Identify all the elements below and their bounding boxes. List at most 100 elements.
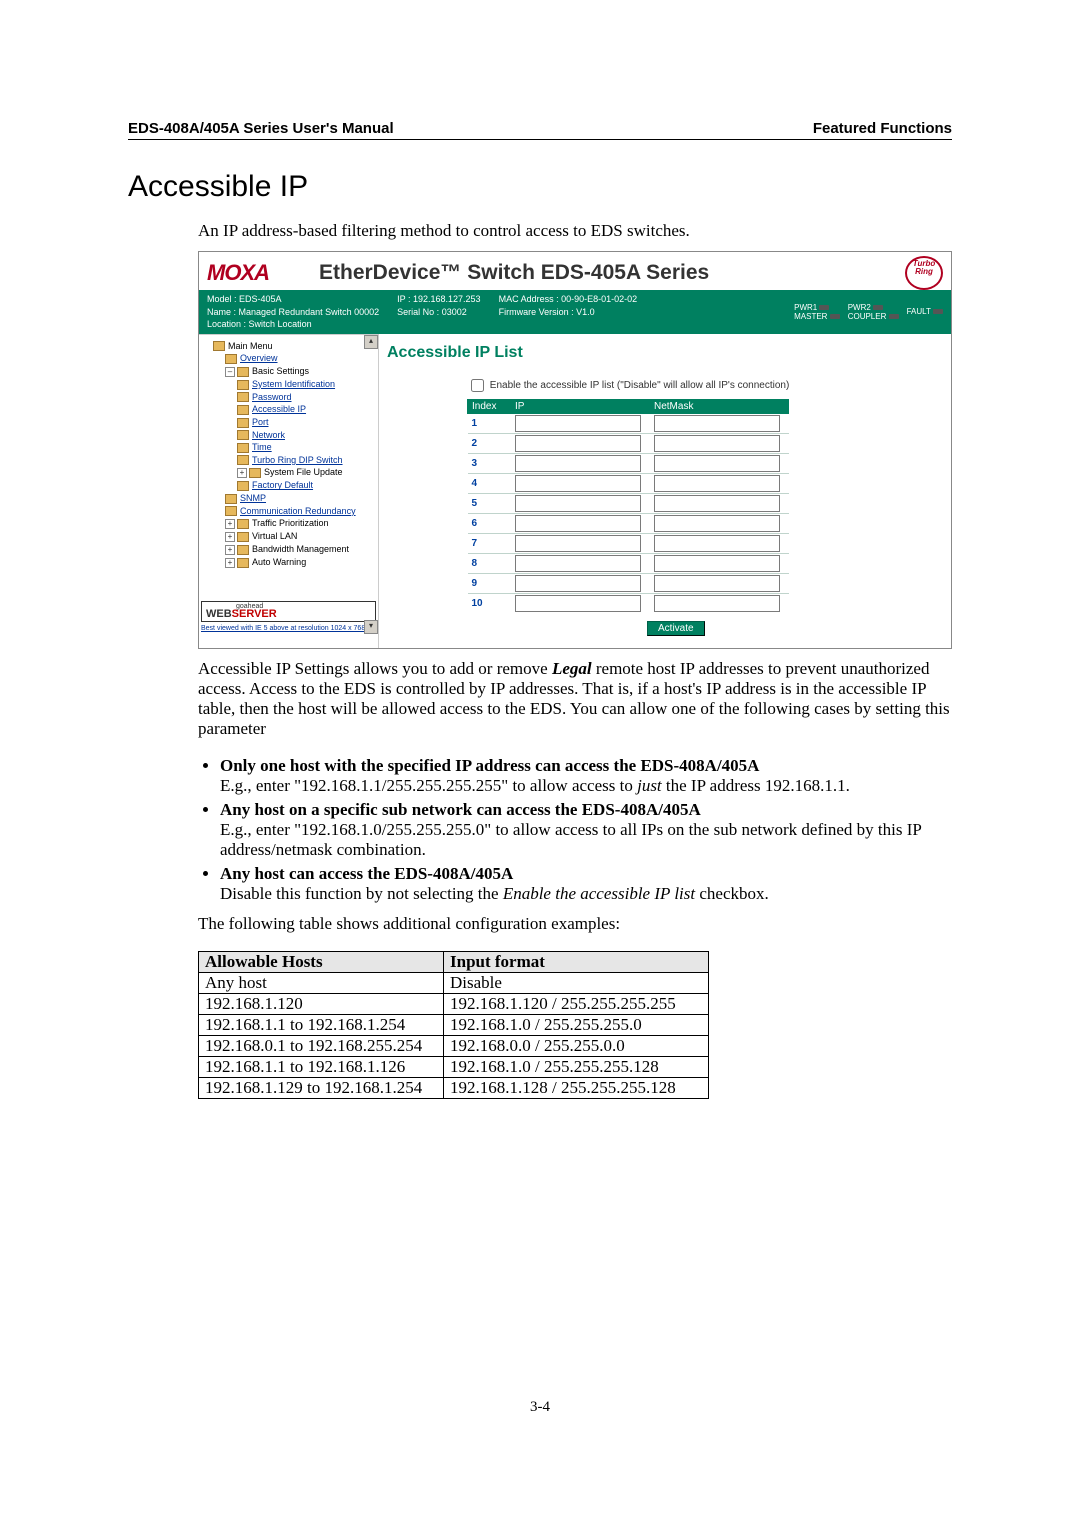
pwr1-led-icon (819, 305, 829, 310)
row-index: 3 (468, 453, 511, 473)
folder-icon (225, 494, 237, 504)
ip-input[interactable] (515, 595, 641, 612)
folder-icon (237, 405, 249, 415)
example-hosts: 192.168.1.1 to 192.168.1.254 (199, 1015, 444, 1036)
table-intro: The following table shows additional con… (198, 914, 952, 934)
tree-item-password[interactable]: Password (237, 392, 376, 403)
intro-paragraph: An IP address-based filtering method to … (198, 221, 952, 241)
fault-label: FAULT (907, 307, 931, 316)
tree-item-turbo-ring-dip[interactable]: Turbo Ring DIP Switch (237, 455, 376, 466)
ip-input[interactable] (515, 555, 641, 572)
netmask-input[interactable] (654, 515, 780, 532)
tree-item-system-file-update[interactable]: +System File Update (237, 467, 376, 478)
ip-label: IP : (397, 294, 410, 304)
ip-input[interactable] (515, 575, 641, 592)
expand-icon[interactable]: + (237, 468, 247, 478)
example-row: 192.168.1.129 to 192.168.1.254192.168.1.… (199, 1078, 709, 1099)
name-label: Name : (207, 307, 236, 317)
netmask-input[interactable] (654, 495, 780, 512)
tree-item-overview[interactable]: Overview (225, 353, 376, 364)
tree-item-factory-default[interactable]: Factory Default (237, 480, 376, 491)
web-label: WEB (206, 608, 232, 620)
ip-value: 192.168.127.253 (413, 294, 481, 304)
folder-icon (237, 380, 249, 390)
scroll-up-button[interactable]: ▴ (364, 335, 378, 349)
netmask-input[interactable] (654, 535, 780, 552)
netmask-input[interactable] (654, 595, 780, 612)
examples-table: Allowable Hosts Input format Any hostDis… (198, 951, 709, 1099)
product-title: EtherDevice™ Switch EDS-405A Series (319, 261, 709, 285)
master-label: MASTER (794, 312, 827, 321)
activate-button[interactable]: Activate (647, 621, 705, 636)
bullet-list: Only one host with the specified IP addr… (198, 756, 952, 904)
folder-icon (237, 532, 249, 542)
ip-row: 1 (468, 413, 789, 433)
bullet-2: Any host on a specific sub network can a… (220, 800, 952, 860)
coupler-led-icon (889, 314, 899, 319)
ip-input[interactable] (515, 415, 641, 432)
ip-input[interactable] (515, 435, 641, 452)
tree-item-time[interactable]: Time (237, 442, 376, 453)
location-value: Switch Location (249, 319, 312, 329)
ip-row: 10 (468, 593, 789, 613)
mac-label: MAC Address : (499, 294, 559, 304)
col-netmask: NetMask (650, 399, 789, 413)
folder-icon (237, 545, 249, 555)
example-format: 192.168.1.0 / 255.255.255.0 (444, 1015, 709, 1036)
col-index: Index (468, 399, 511, 413)
folder-icon (225, 354, 237, 364)
tree-item-system-identification[interactable]: System Identification (237, 379, 376, 390)
netmask-input[interactable] (654, 415, 780, 432)
netmask-input[interactable] (654, 555, 780, 572)
page-header: EDS-408A/405A Series User's Manual Featu… (128, 120, 952, 140)
tree-item-virtual-lan[interactable]: +Virtual LAN (225, 531, 376, 542)
row-index: 4 (468, 473, 511, 493)
tree-item-snmp[interactable]: SNMP (225, 493, 376, 504)
example-format: 192.168.1.128 / 255.255.255.128 (444, 1078, 709, 1099)
folder-icon (213, 341, 225, 351)
expand-icon[interactable]: + (225, 545, 235, 555)
expand-icon[interactable]: + (225, 558, 235, 568)
ip-row: 7 (468, 533, 789, 553)
tree-item-traffic-prioritization[interactable]: +Traffic Prioritization (225, 518, 376, 529)
scroll-down-button[interactable]: ▾ (364, 620, 378, 634)
ip-input[interactable] (515, 475, 641, 492)
expand-icon[interactable]: + (225, 532, 235, 542)
name-value: Managed Redundant Switch 00002 (239, 307, 380, 317)
netmask-input[interactable] (654, 475, 780, 492)
tree-item-port[interactable]: Port (237, 417, 376, 428)
header-left: EDS-408A/405A Series User's Manual (128, 120, 394, 137)
example-format: 192.168.1.120 / 255.255.255.255 (444, 994, 709, 1015)
enable-accessible-ip-checkbox[interactable] (471, 379, 484, 392)
tree-item-bandwidth-management[interactable]: +Bandwidth Management (225, 544, 376, 555)
webserver-badge: goahead WEBSERVER (201, 601, 376, 622)
folder-icon (237, 443, 249, 453)
collapse-icon[interactable]: – (225, 367, 235, 377)
model-label: Model : (207, 294, 237, 304)
folder-icon (237, 455, 249, 465)
pwr2-label: PWR2 (848, 303, 871, 312)
netmask-input[interactable] (654, 435, 780, 452)
pwr2-led-icon (873, 305, 883, 310)
netmask-input[interactable] (654, 455, 780, 472)
expand-icon[interactable]: + (225, 519, 235, 529)
best-viewed-note: Best viewed with IE 5 above at resolutio… (201, 625, 365, 632)
tree-item-network[interactable]: Network (237, 430, 376, 441)
serial-label: Serial No : (397, 307, 439, 317)
ip-input[interactable] (515, 515, 641, 532)
tree-item-communication-redundancy[interactable]: Communication Redundancy (225, 506, 376, 517)
tree-basic-settings[interactable]: Basic Settings (252, 366, 309, 376)
netmask-input[interactable] (654, 575, 780, 592)
ip-input[interactable] (515, 535, 641, 552)
tree-item-auto-warning[interactable]: +Auto Warning (225, 557, 376, 568)
row-index: 10 (468, 593, 511, 613)
ip-input[interactable] (515, 495, 641, 512)
server-label: SERVER (232, 608, 277, 620)
ip-input[interactable] (515, 455, 641, 472)
description-paragraph: Accessible IP Settings allows you to add… (198, 659, 952, 739)
folder-icon (237, 519, 249, 529)
tree-item-accessible-ip[interactable]: Accessible IP (237, 404, 376, 415)
example-hosts: 192.168.1.129 to 192.168.1.254 (199, 1078, 444, 1099)
fw-value: V1.0 (576, 307, 595, 317)
example-row: 192.168.0.1 to 192.168.255.254192.168.0.… (199, 1036, 709, 1057)
